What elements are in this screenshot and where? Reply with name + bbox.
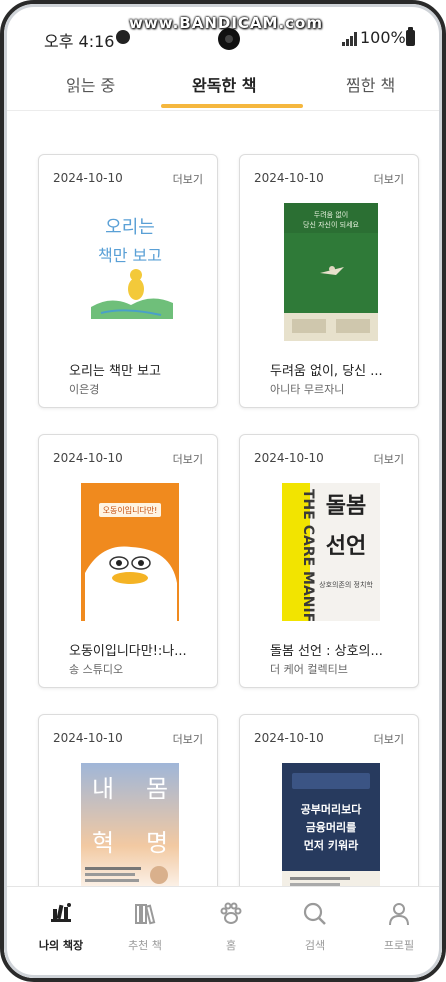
cover6-line1: 공부머리보다 [301, 802, 363, 816]
cover5-a: 내 [92, 775, 114, 803]
tab-reading[interactable]: 읽는 중 [66, 72, 115, 96]
book-cover: THE CARE MANIFESTO 돌봄 선언 상호의존의 정치학 [282, 483, 380, 621]
paw-icon [220, 902, 242, 924]
book-cover: 오동이입니다만! [81, 483, 179, 621]
nav-label: 홈 [225, 939, 237, 952]
book-cover: 공부머리보다 금융머리를 먼저 키워라 [282, 763, 380, 901]
book-card[interactable]: 2024-10-10 더보기 두려움 없이 당신 자신이 되세요 두려움 없이,… [239, 154, 419, 408]
book-card[interactable]: 2024-10-10 더보기 공부머리보다 금융머리를 먼저 키워라 [239, 714, 419, 914]
bottom-nav: 나의 책장 추천 책 홈 검색 프로필 [4, 886, 442, 962]
nav-home[interactable]: 홈 [196, 901, 266, 953]
svg-text:선언: 선언 [326, 533, 366, 559]
watermark: www.BANDICAM.com [128, 14, 323, 32]
cover4-sub: 상호의존의 정치학 [319, 580, 373, 589]
nav-label: 추천 책 [128, 939, 162, 952]
status-bar: 오후 4:16 www.BANDICAM.com 100% [4, 14, 442, 51]
signal-icon [342, 32, 358, 46]
nav-label: 프로필 [383, 939, 415, 952]
cover2-line2: 당신 자신이 되세요 [303, 220, 360, 229]
book-author: 송 스튜디오 [69, 663, 124, 676]
search-icon [303, 902, 326, 925]
cover3-title: 오동이입니다만! [103, 505, 158, 515]
book-title: 오동이입니다만!:나... [69, 644, 187, 659]
svg-text:돌봄: 돌봄 [326, 493, 366, 519]
book-card[interactable]: 2024-10-10 더보기 THE CARE MANIFESTO 돌봄 선언 … [239, 434, 419, 688]
book-date: 2024-10-10 [254, 451, 324, 465]
book-date: 2024-10-10 [254, 171, 324, 185]
nav-label: 검색 [304, 939, 326, 952]
nav-profile[interactable]: 프로필 [364, 901, 434, 953]
more-button[interactable]: 더보기 [173, 731, 203, 747]
battery-percent: 100% [360, 28, 406, 47]
active-tab-indicator [161, 104, 303, 108]
cover4-vertical: THE CARE MANIFESTO [300, 489, 316, 621]
nav-my-bookshelf[interactable]: 나의 책장 [26, 901, 96, 953]
book-date: 2024-10-10 [254, 731, 324, 745]
battery-icon [406, 27, 415, 46]
book-grid: 2024-10-10 더보기 오리는 책만 보고 오리는 책만 보고 이은경 2… [4, 111, 442, 914]
book-cover: 내 몸 혁 명 [81, 763, 179, 901]
more-button[interactable]: 더보기 [173, 171, 203, 187]
cover6-line3: 먼저 키워라 [304, 838, 359, 852]
book-author: 아니타 무르자니 [270, 383, 345, 396]
book-cover: 오리는 책만 보고 [81, 203, 179, 341]
profile-icon [389, 903, 409, 926]
nav-search[interactable]: 검색 [280, 901, 350, 953]
more-button[interactable]: 더보기 [173, 451, 203, 467]
books-icon [135, 904, 156, 925]
book-card[interactable]: 2024-10-10 더보기 내 몸 혁 명 [38, 714, 218, 914]
book-card[interactable]: 2024-10-10 더보기 오동이입니다만! 오동이입니다만!:나... 송 … [38, 434, 218, 688]
book-title: 두려움 없이, 당신 ... [270, 364, 383, 379]
bookshelf-icon [51, 903, 71, 922]
tab-wishlist[interactable]: 찜한 책 [346, 72, 395, 96]
book-author: 이은경 [69, 383, 100, 396]
book-title: 오리는 책만 보고 [69, 364, 161, 379]
gesture-area [4, 961, 442, 978]
cover5-b: 몸 [146, 775, 168, 803]
nav-label: 나의 책장 [38, 939, 84, 952]
more-button[interactable]: 더보기 [374, 171, 404, 187]
book-date: 2024-10-10 [53, 171, 123, 185]
cover1-line2: 책만 보고 [98, 246, 162, 265]
cover6-line2: 금융머리를 [306, 820, 357, 834]
book-card[interactable]: 2024-10-10 더보기 오리는 책만 보고 오리는 책만 보고 이은경 [38, 154, 218, 408]
more-button[interactable]: 더보기 [374, 731, 404, 747]
cover5-d: 명 [146, 829, 168, 857]
more-button[interactable]: 더보기 [374, 451, 404, 467]
cover5-c: 혁 [92, 829, 114, 857]
book-title: 돌봄 선언 : 상호의... [270, 644, 383, 659]
phone-frame: 오후 4:16 www.BANDICAM.com 100% 읽는 중 완독한 책… [0, 0, 446, 982]
book-cover: 두려움 없이 당신 자신이 되세요 [284, 203, 378, 341]
book-date: 2024-10-10 [53, 451, 123, 465]
tab-finished[interactable]: 완독한 책 [192, 72, 256, 96]
book-date: 2024-10-10 [53, 731, 123, 745]
book-author: 더 케어 컬렉티브 [270, 663, 348, 676]
spotify-icon [116, 30, 130, 44]
status-time: 오후 4:16 [44, 32, 115, 51]
cover1-line1: 오리는 [105, 217, 155, 238]
cover2-line1: 두려움 없이 [314, 210, 348, 219]
nav-recommended[interactable]: 추천 책 [110, 901, 180, 953]
